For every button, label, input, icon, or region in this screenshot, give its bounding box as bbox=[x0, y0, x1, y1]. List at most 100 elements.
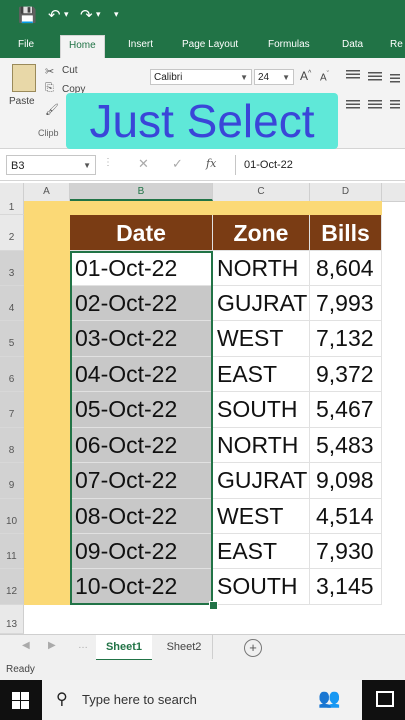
scroll-left-icon[interactable]: ◀ bbox=[22, 640, 30, 651]
zone-cell[interactable]: NORTH bbox=[213, 251, 310, 286]
tab-page-layout[interactable]: Page Layout bbox=[182, 39, 238, 50]
column-header-c[interactable]: C bbox=[213, 183, 310, 201]
formula-bar: B3 ▼ ⋮ ✕ ✓ fx 01-Oct-22 bbox=[0, 150, 405, 181]
bills-cell[interactable]: 5,467 bbox=[310, 392, 382, 428]
font-name-select[interactable]: Calibri ▼ bbox=[150, 69, 252, 85]
bills-cell[interactable]: 7,993 bbox=[310, 286, 382, 321]
customize-toolbar-icon[interactable]: ▾ bbox=[114, 10, 119, 20]
row-header[interactable]: 6 bbox=[0, 357, 24, 392]
tab-formulas[interactable]: Formulas bbox=[268, 39, 310, 50]
tab-review[interactable]: Re bbox=[390, 39, 403, 50]
task-view-icon[interactable] bbox=[376, 691, 394, 707]
status-text: Ready bbox=[6, 664, 35, 675]
row-header[interactable]: 11 bbox=[0, 534, 24, 569]
header-cell-date[interactable]: Date bbox=[70, 215, 213, 251]
taskbar: ⚲ Type here to search 👥 bbox=[0, 680, 405, 720]
tab-data[interactable]: Data bbox=[342, 39, 363, 50]
copy-icon[interactable]: ⎘ bbox=[45, 82, 54, 95]
zone-cell[interactable]: SOUTH bbox=[213, 392, 310, 428]
row-header[interactable]: 7 bbox=[0, 392, 24, 428]
scroll-right-icon[interactable]: ▶ bbox=[48, 640, 56, 651]
bills-cell[interactable]: 9,372 bbox=[310, 357, 382, 392]
bills-cell[interactable]: 7,132 bbox=[310, 321, 382, 357]
name-box[interactable]: B3 ▼ bbox=[6, 155, 96, 175]
zone-cell[interactable]: GUJRAT bbox=[213, 286, 310, 321]
taskbar-search[interactable]: ⚲ Type here to search 👥 bbox=[42, 680, 362, 720]
align-right-icon[interactable] bbox=[390, 100, 400, 110]
undo-dropdown-icon[interactable]: ▾ bbox=[64, 10, 69, 20]
zone-cell[interactable]: EAST bbox=[213, 534, 310, 569]
header-cell-bills[interactable]: Bills bbox=[310, 215, 382, 251]
align-center-icon[interactable] bbox=[368, 100, 382, 110]
cancel-icon[interactable]: ✕ bbox=[138, 156, 149, 172]
bills-cell[interactable]: 8,604 bbox=[310, 251, 382, 286]
scissors-icon[interactable]: ✂ bbox=[45, 65, 54, 78]
paste-button[interactable]: Paste bbox=[9, 96, 35, 107]
chevron-down-icon: ▼ bbox=[83, 161, 91, 170]
bills-cell[interactable]: 4,514 bbox=[310, 499, 382, 534]
row-header[interactable]: 3 bbox=[0, 251, 24, 286]
row-header[interactable]: 2 bbox=[0, 215, 24, 251]
row-header[interactable]: 1 bbox=[0, 201, 24, 215]
zone-cell[interactable]: WEST bbox=[213, 499, 310, 534]
overlay-caption: Just Select bbox=[66, 93, 338, 149]
fill-handle[interactable] bbox=[209, 601, 218, 610]
row-header[interactable]: 13 bbox=[0, 605, 24, 634]
highlight-strip-column-a bbox=[24, 215, 70, 605]
column-headers: A B C D bbox=[0, 183, 405, 202]
add-sheet-icon[interactable]: + bbox=[244, 639, 262, 657]
more-sheets-icon[interactable]: … bbox=[78, 640, 88, 651]
cut-button[interactable]: Cut bbox=[62, 65, 78, 76]
row-header[interactable]: 4 bbox=[0, 286, 24, 321]
align-bottom-icon[interactable] bbox=[390, 74, 400, 84]
row-header[interactable]: 8 bbox=[0, 428, 24, 463]
tab-home[interactable]: Home bbox=[60, 35, 105, 58]
save-icon[interactable]: 💾 bbox=[18, 6, 37, 24]
bills-cell[interactable]: 5,483 bbox=[310, 428, 382, 463]
row-header[interactable]: 5 bbox=[0, 321, 24, 357]
column-header-b[interactable]: B bbox=[70, 183, 213, 201]
search-placeholder: Type here to search bbox=[82, 692, 197, 707]
increase-font-icon[interactable]: A^ bbox=[300, 69, 311, 83]
clipboard-group-label: Clipb bbox=[38, 128, 59, 138]
tab-sheet2[interactable]: Sheet2 bbox=[156, 635, 213, 659]
row-header[interactable]: 10 bbox=[0, 499, 24, 534]
tab-sheet1[interactable]: Sheet1 bbox=[96, 635, 152, 661]
people-icon: 👥 bbox=[318, 688, 341, 708]
column-header-d[interactable]: D bbox=[310, 183, 382, 201]
zone-cell[interactable]: WEST bbox=[213, 321, 310, 357]
format-painter-icon[interactable]: 🖌 bbox=[45, 103, 59, 116]
paste-icon[interactable] bbox=[12, 64, 36, 92]
formula-input[interactable]: 01-Oct-22 bbox=[235, 155, 405, 175]
highlight-strip-row-1 bbox=[24, 201, 382, 216]
redo-dropdown-icon[interactable]: ▾ bbox=[96, 10, 101, 20]
zone-cell[interactable]: EAST bbox=[213, 357, 310, 392]
header-cell-zone[interactable]: Zone bbox=[213, 215, 310, 251]
tab-file[interactable]: File bbox=[18, 39, 34, 50]
undo-icon[interactable]: ↶ bbox=[48, 6, 61, 24]
insert-function-icon[interactable]: fx bbox=[206, 157, 216, 170]
tab-insert[interactable]: Insert bbox=[128, 39, 153, 50]
windows-start-icon[interactable] bbox=[12, 692, 29, 709]
decrease-font-icon[interactable]: Aˇ bbox=[320, 71, 329, 83]
bills-cell[interactable]: 9,098 bbox=[310, 463, 382, 499]
select-all-corner[interactable] bbox=[0, 183, 24, 201]
sheet-tabs-bar: ◀ ▶ … Sheet1 Sheet2 + bbox=[0, 634, 405, 661]
row-header[interactable]: 12 bbox=[0, 569, 24, 605]
font-size-select[interactable]: 24 ▼ bbox=[254, 69, 294, 85]
enter-icon[interactable]: ✓ bbox=[172, 156, 183, 172]
align-left-icon[interactable] bbox=[346, 100, 360, 110]
zone-cell[interactable]: SOUTH bbox=[213, 569, 310, 605]
zone-cell[interactable]: GUJRAT bbox=[213, 463, 310, 499]
font-name-value: Calibri bbox=[154, 72, 183, 83]
align-middle-icon[interactable] bbox=[368, 72, 382, 82]
bills-cell[interactable]: 3,145 bbox=[310, 569, 382, 605]
align-top-icon[interactable] bbox=[346, 70, 360, 80]
row-header[interactable]: 9 bbox=[0, 463, 24, 499]
column-header-a[interactable]: A bbox=[24, 183, 70, 201]
bills-cell[interactable]: 7,930 bbox=[310, 534, 382, 569]
title-bar: 💾 ↶ ▾ ↷ ▾ ▾ bbox=[0, 0, 405, 32]
zone-cell[interactable]: NORTH bbox=[213, 428, 310, 463]
column-header-e[interactable] bbox=[382, 183, 405, 201]
redo-icon[interactable]: ↷ bbox=[80, 6, 93, 24]
